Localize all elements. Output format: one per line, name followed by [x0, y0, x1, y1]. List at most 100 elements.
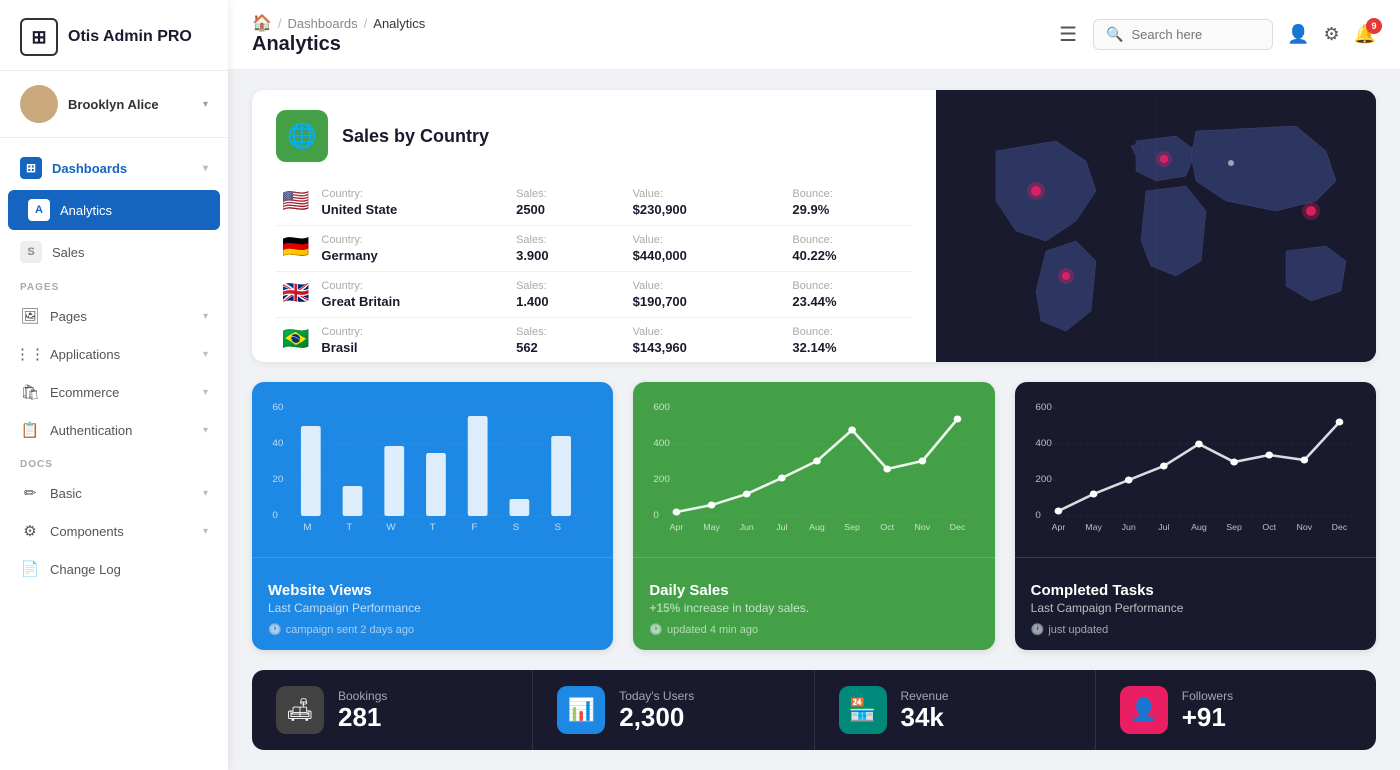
sidebar-item-applications[interactable]: ⋮⋮ Applications ▾	[0, 335, 228, 373]
daily-sales-card: 600 400 200 0	[633, 382, 994, 650]
sales-label: Sales	[52, 245, 208, 260]
svg-text:40: 40	[272, 438, 283, 448]
sidebar-item-authentication[interactable]: 📋 Authentication ▾	[0, 411, 228, 449]
sales-globe-icon: 🌐	[276, 110, 328, 162]
sidebar-item-components[interactable]: ⚙ Components ▾	[0, 512, 228, 550]
sales-by-country-card: 🌐 Sales by Country 🇺🇸 Country: United St…	[252, 90, 1376, 362]
user-chevron-icon: ▾	[203, 99, 208, 110]
hamburger-icon[interactable]: ☰	[1059, 22, 1077, 47]
bounce-col-label: Bounce:	[792, 326, 906, 338]
sidebar-item-ecommerce[interactable]: 🛍 Ecommerce ▾	[0, 373, 228, 411]
components-chevron-icon: ▾	[203, 526, 208, 537]
users-label: Today's Users	[619, 689, 694, 703]
section-docs: DOCS	[0, 449, 228, 474]
country-name: Brasil	[321, 340, 490, 355]
svg-text:May: May	[704, 522, 721, 532]
sales-left: 🌐 Sales by Country 🇺🇸 Country: United St…	[252, 90, 936, 362]
daily-sales-meta: 🕐 updated 4 min ago	[649, 623, 978, 636]
dashboards-icon: ⊞	[20, 157, 42, 179]
search-input[interactable]	[1131, 27, 1251, 42]
website-views-info: Website Views Last Campaign Performance …	[252, 568, 613, 650]
sidebar-item-basic[interactable]: ✏ Basic ▾	[0, 474, 228, 512]
sales-value: 2500	[516, 202, 607, 217]
bounce-col-label: Bounce:	[792, 234, 906, 246]
svg-text:400: 400	[654, 438, 670, 448]
clock-icon: 🕐	[649, 623, 663, 636]
changelog-label: Change Log	[50, 562, 208, 577]
daily-sales-highlight: +15%	[649, 601, 680, 615]
svg-text:20: 20	[272, 474, 283, 484]
user-name: Brooklyn Alice	[68, 97, 193, 112]
revenue-text: Revenue 34k	[901, 689, 949, 732]
table-row: 🇧🇷 Country: Brasil Sales: 562 Value: $14…	[276, 318, 912, 363]
table-row: 🇩🇪 Country: Germany Sales: 3.900 Value: …	[276, 226, 912, 272]
user-profile-icon[interactable]: 👤	[1287, 24, 1309, 45]
svg-text:Apr: Apr	[670, 522, 684, 532]
website-views-svg: 60 40 20 0	[268, 398, 597, 538]
daily-sales-svg: 600 400 200 0	[649, 398, 978, 538]
svg-text:0: 0	[654, 510, 659, 520]
authentication-icon: 📋	[20, 420, 40, 440]
svg-text:M: M	[303, 522, 311, 532]
avatar	[20, 85, 58, 123]
daily-sales-subtitle: +15% increase in today sales.	[649, 601, 978, 615]
logo-icon: ⊞	[20, 18, 58, 56]
sales-title: Sales by Country	[342, 126, 489, 147]
sidebar-user[interactable]: Brooklyn Alice ▾	[0, 71, 228, 138]
bookings-icon: 🛋	[276, 686, 324, 734]
revenue-label: Revenue	[901, 689, 949, 703]
sidebar-item-dashboards[interactable]: ⊞ Dashboards ▾	[0, 148, 228, 188]
search-box[interactable]: 🔍	[1093, 19, 1273, 50]
completed-tasks-subtitle: Last Campaign Performance	[1031, 601, 1360, 615]
changelog-icon: 📄	[20, 559, 40, 579]
sidebar-item-sales[interactable]: S Sales	[0, 232, 228, 272]
bounce-col-label: Bounce:	[792, 188, 906, 200]
completed-tasks-svg: 600 400 200 0	[1031, 398, 1360, 538]
sidebar-item-changelog[interactable]: 📄 Change Log	[0, 550, 228, 588]
applications-chevron-icon: ▾	[203, 349, 208, 360]
clock-icon: 🕐	[268, 623, 282, 636]
users-value: 2,300	[619, 703, 694, 732]
svg-text:S: S	[513, 522, 520, 532]
website-views-title: Website Views	[268, 582, 597, 599]
pages-label: Pages	[50, 309, 193, 324]
app-name: Otis Admin PRO	[68, 28, 192, 46]
svg-text:0: 0	[1035, 510, 1040, 520]
svg-text:S: S	[555, 522, 562, 532]
svg-text:600: 600	[654, 402, 670, 412]
svg-text:Dec: Dec	[1331, 522, 1347, 532]
app-logo: ⊞ Otis Admin PRO	[0, 0, 228, 71]
country-name: United State	[321, 202, 490, 217]
value-amount: $190,700	[633, 294, 767, 309]
revenue-value: 34k	[901, 703, 949, 732]
sales-col-label: Sales:	[516, 280, 607, 292]
stat-item-revenue: 🏪 Revenue 34k	[815, 670, 1096, 750]
sales-header: 🌐 Sales by Country	[276, 110, 912, 162]
stat-item-followers: 👤 Followers +91	[1096, 670, 1376, 750]
followers-icon: 👤	[1120, 686, 1168, 734]
pages-icon: 🖼	[20, 306, 40, 326]
notifications-button[interactable]: 🔔 9	[1354, 24, 1376, 45]
value-amount: $440,000	[633, 248, 767, 263]
svg-text:Jun: Jun	[740, 522, 754, 532]
notification-badge: 9	[1366, 18, 1382, 34]
country-col-label: Country:	[321, 280, 490, 292]
svg-text:Oct: Oct	[881, 522, 895, 532]
completed-tasks-title: Completed Tasks	[1031, 582, 1360, 599]
authentication-chevron-icon: ▾	[203, 425, 208, 436]
sales-value: 3.900	[516, 248, 607, 263]
sidebar-nav: ⊞ Dashboards ▾ A Analytics S Sales PAGES…	[0, 138, 228, 770]
sidebar-item-analytics[interactable]: A Analytics	[8, 190, 220, 230]
stat-item-bookings: 🛋 Bookings 281	[252, 670, 533, 750]
sales-value: 1.400	[516, 294, 607, 309]
sidebar-item-pages[interactable]: 🖼 Pages ▾	[0, 297, 228, 335]
svg-text:Jun: Jun	[1121, 522, 1135, 532]
daily-sales-title: Daily Sales	[649, 582, 978, 599]
bookings-label: Bookings	[338, 689, 387, 703]
settings-icon[interactable]: ⚙	[1323, 24, 1339, 45]
country-col-label: Country:	[321, 326, 490, 338]
bounce-value: 23.44%	[792, 294, 906, 309]
completed-tasks-info: Completed Tasks Last Campaign Performanc…	[1015, 568, 1376, 650]
svg-text:Nov: Nov	[915, 522, 931, 532]
breadcrumb-dashboards[interactable]: Dashboards	[288, 16, 358, 31]
